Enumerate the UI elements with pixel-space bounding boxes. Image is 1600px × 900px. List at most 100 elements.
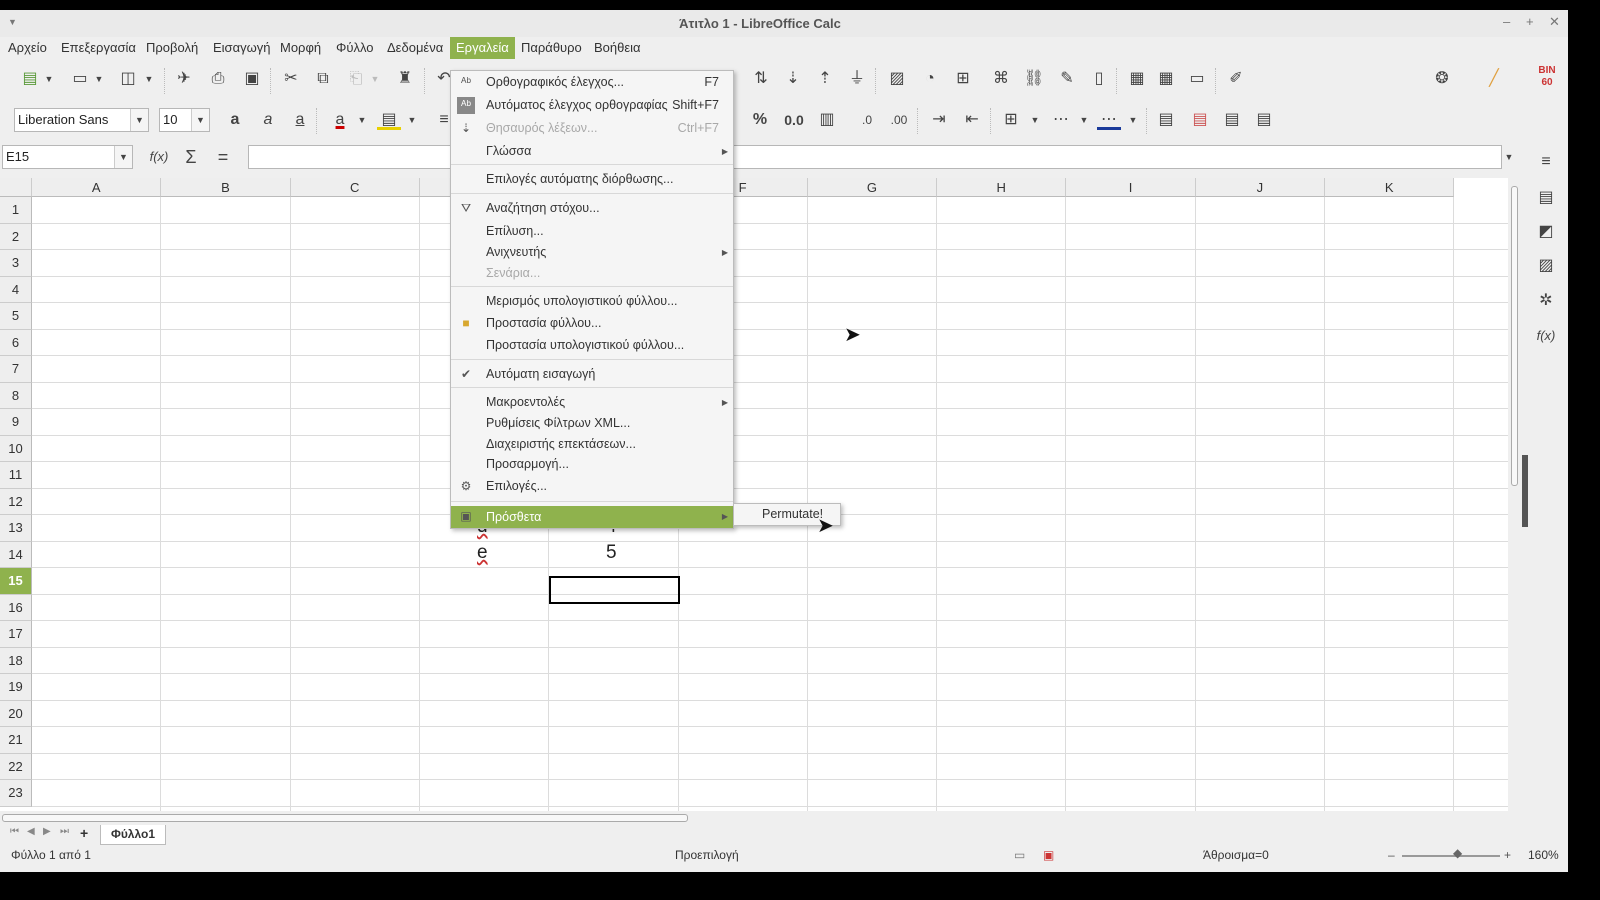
date-format-icon[interactable]: ▥ — [815, 108, 839, 132]
name-box[interactable]: E15 ▼ — [2, 145, 133, 169]
minimize-button[interactable]: – — [1503, 14, 1510, 29]
data-bar-icon[interactable]: ▤ — [1220, 108, 1244, 132]
sum-icon[interactable]: Σ — [179, 145, 203, 169]
row-header-12[interactable]: 12 — [0, 488, 32, 515]
number-format-icon[interactable]: 0.0 — [780, 108, 808, 132]
column-header-I[interactable]: I — [1066, 178, 1196, 197]
menu-item-6[interactable]: Επίλυση... — [451, 221, 733, 242]
sidebar-menu-icon[interactable]: ≡ — [1536, 152, 1556, 172]
menu-item-0[interactable]: ᴬᵇ Ορθογραφικός έλεγχος... F7 — [451, 72, 733, 93]
zoom-slider-handle[interactable]: ◆ — [1453, 846, 1462, 860]
zoom-in-icon[interactable]: + — [1504, 848, 1511, 862]
border-color-icon[interactable]: ⋯ — [1097, 108, 1121, 130]
row-header-15[interactable]: 15 — [0, 568, 32, 595]
color-scale-icon[interactable]: ▤ — [1188, 108, 1212, 132]
chart-icon[interactable]: ◔ — [918, 67, 942, 91]
menu-item-2[interactable]: ⇣ Θησαυρός λέξεων... Ctrl+F7 — [451, 118, 733, 139]
selection-mode-icon[interactable]: ▭ — [1014, 848, 1025, 862]
menu-item-permutate[interactable]: Permutate! — [762, 507, 823, 521]
add-sheet-icon[interactable]: + — [80, 825, 88, 841]
delete-decimal-icon[interactable]: .00 — [887, 108, 911, 132]
cell-E14[interactable]: 5 — [606, 542, 617, 564]
menu-sheet[interactable]: Φύλλο — [330, 37, 380, 59]
sheet-tab[interactable]: Φύλλο1 — [100, 825, 166, 845]
menu-help[interactable]: Βοήθεια — [588, 37, 647, 59]
chevron-down-icon[interactable]: ▼ — [1077, 108, 1091, 132]
menu-tools[interactable]: Εργαλεία — [450, 37, 515, 59]
define-print-area-icon[interactable]: ▦ — [1125, 67, 1149, 91]
previous-sheet-icon[interactable]: ◀ — [27, 826, 35, 837]
row-header-5[interactable]: 5 — [0, 303, 32, 330]
menu-item-7[interactable]: Ανιχνευτής ▶ — [451, 242, 733, 263]
headers-footers-icon[interactable]: ▯ — [1087, 67, 1111, 91]
menu-file[interactable]: Αρχείο — [2, 37, 53, 59]
hyperlink-icon[interactable]: ⛓ — [1022, 67, 1046, 91]
maximize-button[interactable]: + — [1526, 14, 1534, 29]
row-header-22[interactable]: 22 — [0, 753, 32, 780]
menu-format[interactable]: Μορφή — [274, 37, 327, 59]
row-header-21[interactable]: 21 — [0, 727, 32, 754]
extension-icon[interactable]: ❂ — [1430, 67, 1454, 91]
menu-view[interactable]: Προβολή — [140, 37, 204, 59]
sum-display[interactable]: Άθροισμα=0 — [1203, 848, 1269, 862]
zoom-out-icon[interactable]: – — [1388, 848, 1395, 862]
row-header-14[interactable]: 14 — [0, 541, 32, 568]
vertical-scrollbar[interactable] — [1508, 178, 1522, 811]
chevron-down-icon[interactable]: ▼ — [42, 67, 56, 91]
menu-item-12[interactable]: ✔ Αυτόματη εισαγωγή — [451, 364, 733, 385]
pencil-icon[interactable]: ╱ — [1482, 67, 1506, 91]
row-header-4[interactable]: 4 — [0, 276, 32, 303]
chevron-down-icon[interactable]: ▼ — [114, 146, 132, 168]
page-style[interactable]: Προεπιλογή — [675, 848, 739, 862]
row-header-17[interactable]: 17 — [0, 621, 32, 648]
spreadsheet-grid[interactable]: ABCDEFGHIJK 1234567891011121314151617181… — [0, 178, 1508, 811]
font-size-box[interactable]: 10 ▼ — [159, 108, 210, 132]
row-header-16[interactable]: 16 — [0, 594, 32, 621]
add-decimal-icon[interactable]: .0 — [855, 108, 879, 132]
expand-formula-bar-icon[interactable]: ▼ — [1502, 145, 1516, 169]
row-header-13[interactable]: 13 — [0, 515, 32, 542]
menu-item-15[interactable]: Διαχειριστής επεκτάσεων... — [451, 434, 733, 455]
underline-icon[interactable]: a — [288, 108, 312, 132]
open-icon[interactable]: ▭ — [68, 67, 92, 91]
row-header-19[interactable]: 19 — [0, 674, 32, 701]
menu-item-9[interactable]: Μερισμός υπολογιστικού φύλλου... — [451, 291, 733, 312]
gallery-icon[interactable]: ▨ — [1536, 256, 1556, 276]
italic-icon[interactable]: a — [256, 108, 280, 132]
increase-indent-icon[interactable]: ⇥ — [927, 108, 951, 132]
print-icon[interactable]: ⎙ — [206, 67, 230, 91]
column-header-H[interactable]: H — [937, 178, 1067, 197]
row-header-2[interactable]: 2 — [0, 223, 32, 250]
column-header-G[interactable]: G — [807, 178, 938, 197]
percent-format-icon[interactable]: % — [748, 108, 772, 132]
column-header-C[interactable]: C — [290, 178, 420, 197]
chevron-down-icon[interactable]: ▼ — [142, 67, 156, 91]
select-all-corner[interactable] — [0, 178, 32, 197]
menu-item-16[interactable]: Προσαρμογή... — [451, 454, 733, 475]
show-draw-functions-icon[interactable]: ✐ — [1224, 67, 1248, 91]
menu-item-3[interactable]: Γλώσσα ▶ — [451, 141, 733, 162]
autofilter-icon[interactable]: ⏚ — [845, 67, 869, 91]
menu-item-17[interactable]: ⚙ Επιλογές... — [451, 476, 733, 497]
menu-edit[interactable]: Επεξεργασία — [55, 37, 142, 59]
clone-formatting-icon[interactable]: ♜ — [393, 67, 417, 91]
decrease-indent-icon[interactable]: ⇤ — [960, 108, 984, 132]
column-header-J[interactable]: J — [1195, 178, 1325, 197]
new-document-icon[interactable]: ▤ — [18, 67, 42, 91]
menu-item-18[interactable]: ▣ Πρόσθετα ▶ — [451, 506, 733, 528]
bold-icon[interactable]: a — [223, 108, 247, 132]
split-window-icon[interactable]: ▭ — [1185, 67, 1209, 91]
chevron-down-icon[interactable]: ▼ — [1126, 108, 1140, 132]
chevron-down-icon[interactable]: ▼ — [92, 67, 106, 91]
next-sheet-icon[interactable]: ▶ — [43, 826, 51, 837]
chevron-down-icon[interactable]: ▼ — [368, 67, 382, 91]
chevron-down-icon[interactable]: ▼ — [355, 108, 369, 132]
pivot-table-icon[interactable]: ⊞ — [951, 67, 975, 91]
formula-input[interactable] — [248, 145, 1502, 169]
cut-icon[interactable]: ✂ — [279, 67, 303, 91]
menu-item-8[interactable]: Σενάρια... — [451, 263, 733, 284]
formula-icon[interactable]: = — [211, 145, 235, 169]
border-style-icon[interactable]: ⋯ — [1049, 108, 1073, 132]
menu-item-13[interactable]: Μακροεντολές ▶ — [451, 392, 733, 413]
copy-icon[interactable]: ⧉ — [311, 67, 335, 91]
